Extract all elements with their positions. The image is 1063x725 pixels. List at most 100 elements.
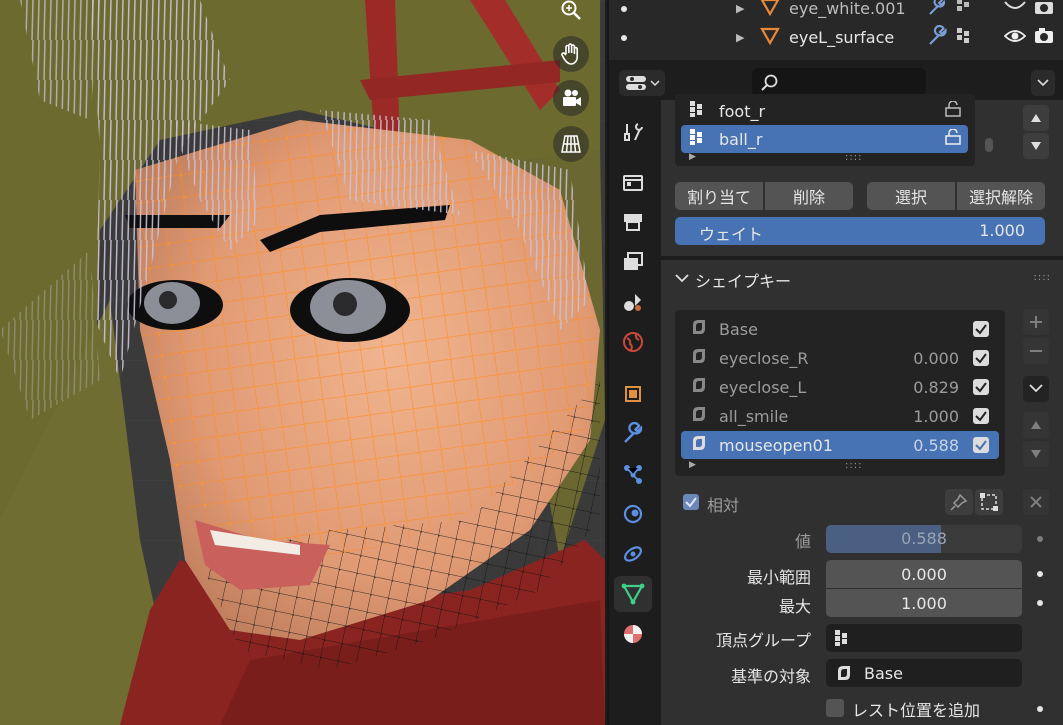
tab-output[interactable]: [614, 204, 652, 240]
shape-key-checkbox[interactable]: [973, 437, 989, 453]
shape-key-checkbox[interactable]: [973, 379, 989, 395]
shape-key-checkbox[interactable]: [973, 350, 989, 366]
weight-slider[interactable]: ウェイト 1.000: [675, 217, 1045, 245]
move-up-button[interactable]: [1023, 412, 1049, 438]
relative-checkbox[interactable]: 相対: [675, 492, 875, 515]
clear-shape-button[interactable]: [1023, 489, 1049, 515]
tab-particles[interactable]: [614, 456, 652, 492]
options-dropdown-button[interactable]: [1031, 70, 1055, 96]
pin-button[interactable]: [945, 489, 973, 515]
list-scrollbar[interactable]: [985, 138, 993, 152]
outliner-row-name[interactable]: eye_white.001: [789, 0, 906, 18]
shape-key-specials-button[interactable]: [1023, 376, 1049, 402]
render-camera-icon[interactable]: [1034, 27, 1054, 49]
keyframe-dot[interactable]: [1037, 706, 1043, 712]
select-button[interactable]: 選択: [867, 182, 955, 210]
shape-key-value[interactable]: 0.829: [913, 378, 959, 397]
range-min-label: 最小範囲: [746, 568, 811, 587]
tab-scene[interactable]: [614, 284, 652, 320]
relative-to-field[interactable]: Base: [826, 659, 1022, 687]
tab-view-layer[interactable]: [614, 244, 652, 280]
camera-view-icon[interactable]: [553, 80, 589, 116]
list-item[interactable]: all_smile 1.000: [681, 402, 999, 430]
expand-arrow-icon[interactable]: ▶: [736, 2, 744, 15]
keyframe-dot[interactable]: [1037, 536, 1043, 542]
mesh-data-icon: [621, 583, 645, 605]
lock-icon[interactable]: [944, 100, 962, 121]
tab-modifiers[interactable]: [614, 416, 652, 452]
list-item[interactable]: eyeclose_L 0.829: [681, 373, 999, 401]
editor-type-button[interactable]: [619, 70, 665, 96]
remove-button[interactable]: 削除: [765, 182, 853, 210]
edit-mode-toggle-button[interactable]: [975, 489, 1003, 515]
keyframe-dot[interactable]: [1037, 571, 1043, 577]
deselect-button[interactable]: 選択解除: [957, 182, 1045, 210]
outliner-row[interactable]: ▶ eyeL_surface: [609, 23, 1063, 52]
wrench-modifier-icon[interactable]: [927, 0, 947, 21]
shape-key-name[interactable]: eyeclose_R: [719, 349, 808, 368]
lock-icon[interactable]: [944, 128, 962, 149]
tab-object[interactable]: [614, 376, 652, 412]
list-resize-grip[interactable]: ::::: [845, 460, 862, 471]
keyframe-dot[interactable]: [1037, 600, 1043, 606]
list-item[interactable]: ball_r: [681, 125, 968, 153]
tab-world[interactable]: [614, 324, 652, 360]
wrench-modifier-icon[interactable]: [927, 24, 949, 51]
shape-keys-title: シェイプキー: [695, 272, 792, 291]
value-slider[interactable]: 0.588: [826, 525, 1022, 553]
mesh-data-icon: [760, 0, 780, 20]
shape-key-checkbox[interactable]: [973, 408, 989, 424]
remove-shape-key-button[interactable]: [1023, 338, 1049, 364]
properties-tabs: [609, 100, 656, 725]
shape-key-value[interactable]: 0.588: [913, 436, 959, 455]
shape-key-icon: [689, 433, 709, 457]
move-down-button[interactable]: [1023, 441, 1049, 467]
shape-key-checkbox[interactable]: [973, 321, 989, 337]
tab-tool[interactable]: [614, 114, 652, 150]
assign-button[interactable]: 割り当て: [675, 182, 763, 210]
eye-visibility-icon[interactable]: [1003, 28, 1027, 48]
3d-viewport[interactable]: [0, 0, 605, 725]
outliner-row-name[interactable]: eyeL_surface: [789, 28, 894, 47]
shape-keys-panel-header[interactable]: シェイプキー ::::: [661, 262, 1063, 296]
pan-hand-icon[interactable]: [553, 36, 589, 72]
tab-material[interactable]: [614, 616, 652, 652]
list-expand-arrow-icon[interactable]: ▶: [689, 152, 696, 162]
search-input[interactable]: [752, 68, 926, 96]
add-rest-position-checkbox[interactable]: レスト位置を追加: [826, 697, 1026, 721]
shape-key-name[interactable]: mouseopen01: [719, 436, 833, 455]
checkbox-box[interactable]: [826, 699, 844, 717]
render-camera-icon[interactable]: [1034, 0, 1054, 20]
shape-key-value[interactable]: 1.000: [913, 407, 959, 426]
list-item[interactable]: Base: [681, 315, 999, 343]
list-item[interactable]: eyeclose_R 0.000: [681, 344, 999, 372]
list-item[interactable]: mouseopen01 0.588: [681, 431, 999, 459]
list-resize-grip[interactable]: ::::: [845, 152, 862, 163]
list-expand-arrow-icon[interactable]: ▶: [689, 460, 696, 470]
outliner: ▶ eye_white.001 ▶ eyeL_surface: [609, 0, 1063, 60]
list-item[interactable]: foot_r: [681, 97, 968, 125]
tab-render[interactable]: [614, 164, 652, 200]
range-max-label: 最大: [778, 597, 811, 616]
range-max-field[interactable]: 1.000: [826, 589, 1022, 617]
expand-arrow-icon[interactable]: ▶: [736, 31, 744, 44]
outliner-row[interactable]: ▶ eye_white.001: [609, 0, 1063, 23]
checkbox-box[interactable]: [683, 494, 699, 510]
shape-key-name[interactable]: eyeclose_L: [719, 378, 806, 397]
move-up-button[interactable]: [1023, 105, 1049, 131]
shape-key-value[interactable]: 0.000: [913, 349, 959, 368]
tab-constraints[interactable]: [614, 536, 652, 572]
add-shape-key-button[interactable]: [1023, 309, 1049, 335]
vertex-group-field[interactable]: [826, 624, 1022, 652]
tab-physics[interactable]: [614, 496, 652, 532]
eye-visibility-icon[interactable]: [1004, 0, 1026, 18]
move-down-button[interactable]: [1023, 133, 1049, 159]
vertex-group-name[interactable]: foot_r: [719, 102, 765, 121]
ortho-grid-icon[interactable]: [553, 126, 589, 162]
shape-key-name[interactable]: all_smile: [719, 407, 788, 426]
panel-drag-grip[interactable]: ::::: [1034, 272, 1051, 283]
shape-key-name[interactable]: Base: [719, 320, 758, 339]
tab-object-data[interactable]: [614, 576, 652, 612]
range-min-field[interactable]: 0.000: [826, 560, 1022, 588]
vertex-group-name[interactable]: ball_r: [719, 130, 762, 149]
